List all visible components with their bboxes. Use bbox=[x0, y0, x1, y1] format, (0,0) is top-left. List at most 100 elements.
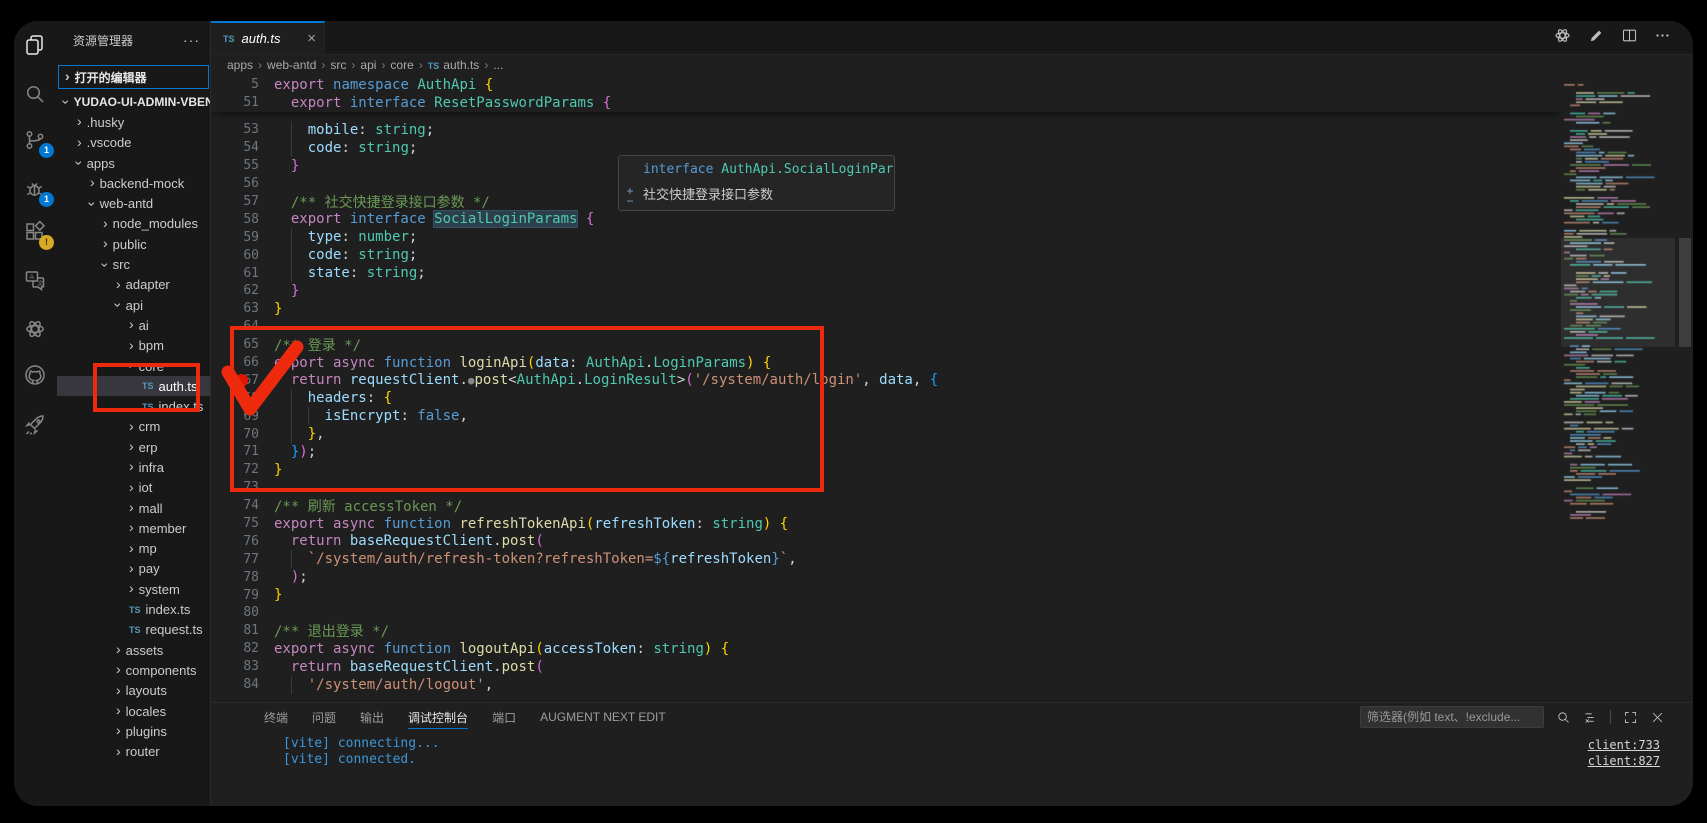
breadcrumb-item-core[interactable]: core bbox=[390, 58, 413, 72]
breadcrumb-item-web-antd[interactable]: web-antd bbox=[267, 58, 316, 72]
indent-guide bbox=[291, 389, 292, 407]
tree-item-system[interactable]: ›system bbox=[57, 579, 210, 599]
openai-icon[interactable] bbox=[20, 314, 50, 344]
tree-item-.vscode[interactable]: ›.vscode bbox=[57, 133, 210, 153]
tree-item-node-modules[interactable]: ›node_modules bbox=[57, 214, 210, 234]
hover-collapse-icon[interactable]: − bbox=[626, 196, 633, 206]
chevron-right-icon: › bbox=[77, 114, 82, 128]
tree-item-index.ts[interactable]: TSindex.ts bbox=[57, 396, 210, 416]
tree-item-api[interactable]: ›api bbox=[57, 295, 210, 315]
chevron-right-icon: › bbox=[129, 338, 134, 352]
tree-item-locales[interactable]: ›locales bbox=[57, 701, 210, 721]
tree-item-layouts[interactable]: ›layouts bbox=[57, 681, 210, 701]
pencil-icon[interactable] bbox=[1588, 27, 1605, 49]
tree-item-ai[interactable]: ›ai bbox=[57, 315, 210, 335]
console-line: [vite] connected. bbox=[283, 752, 440, 768]
search-icon[interactable] bbox=[1556, 710, 1571, 725]
line-text: } bbox=[274, 587, 282, 603]
tree-item-mp[interactable]: ›mp bbox=[57, 539, 210, 559]
github-icon[interactable] bbox=[20, 360, 50, 390]
filter-icon[interactable] bbox=[1583, 710, 1598, 725]
breadcrumb-separator-icon: › bbox=[484, 58, 488, 72]
close-panel-icon[interactable] bbox=[1650, 710, 1665, 725]
tree-item-yudao-ui-admin-vben...[interactable]: ›YUDAO-UI-ADMIN-VBEN... bbox=[57, 92, 210, 112]
tree-item-plugins[interactable]: ›plugins bbox=[57, 721, 210, 741]
console-link[interactable]: client:827 bbox=[1588, 753, 1660, 769]
line-number: 64 bbox=[211, 319, 259, 334]
breadcrumb-item-auth-ts[interactable]: TSauth.ts bbox=[428, 58, 480, 72]
panel-tab-调试控制台[interactable]: 调试控制台 bbox=[408, 703, 468, 731]
panel-tab-端口[interactable]: 端口 bbox=[492, 703, 516, 731]
tab-auth-ts[interactable]: TS auth.ts × bbox=[211, 21, 325, 54]
code-line-59: 59 type: number; bbox=[211, 228, 1693, 246]
panel-tab-问题[interactable]: 问题 bbox=[312, 703, 336, 731]
tree-item-auth.ts[interactable]: TSauth.ts bbox=[57, 376, 210, 396]
line-number: 56 bbox=[211, 176, 259, 191]
code-editor[interactable]: 53 mobile: string;54 code: string;55 }56… bbox=[211, 76, 1693, 702]
tree-item-backend-mock[interactable]: ›backend-mock bbox=[57, 173, 210, 193]
rocket-icon[interactable] bbox=[20, 410, 50, 440]
line-text: export namespace AuthApi { bbox=[274, 77, 493, 93]
close-icon[interactable]: × bbox=[307, 30, 316, 47]
indent-guide bbox=[291, 139, 292, 157]
tree-item-infra[interactable]: ›infra bbox=[57, 457, 210, 477]
tree-item-public[interactable]: ›public bbox=[57, 234, 210, 254]
run-debug-icon[interactable]: 1 bbox=[20, 174, 50, 204]
search-icon[interactable] bbox=[20, 79, 50, 109]
tree-item-index.ts[interactable]: TSindex.ts bbox=[57, 599, 210, 619]
openai-action-icon[interactable] bbox=[1553, 26, 1572, 50]
tree-item-member[interactable]: ›member bbox=[57, 518, 210, 538]
line-number: 84 bbox=[211, 677, 259, 692]
chevron-right-icon: › bbox=[129, 439, 134, 453]
tree-item-pay[interactable]: ›pay bbox=[57, 559, 210, 579]
tree-item-apps[interactable]: ›apps bbox=[57, 153, 210, 173]
maximize-panel-icon[interactable] bbox=[1623, 710, 1638, 725]
breakpoint-icon[interactable] bbox=[235, 374, 248, 387]
tree-item-iot[interactable]: ›iot bbox=[57, 478, 210, 498]
breadcrumb-item-api[interactable]: api bbox=[360, 58, 376, 72]
translate-icon[interactable]: A文 bbox=[20, 265, 50, 295]
tree-item-mall[interactable]: ›mall bbox=[57, 498, 210, 518]
breadcrumb-item-src[interactable]: src bbox=[330, 58, 346, 72]
line-text: code: string; bbox=[274, 140, 417, 156]
source-control-icon[interactable]: 1 bbox=[20, 125, 50, 155]
line-number: 61 bbox=[211, 266, 259, 281]
tree-item-erp[interactable]: ›erp bbox=[57, 437, 210, 457]
line-number: 76 bbox=[211, 534, 259, 549]
tree-item-router[interactable]: ›router bbox=[57, 742, 210, 762]
code-line-68: 68 headers: { bbox=[211, 389, 1693, 407]
panel-tab-终端[interactable]: 终端 bbox=[264, 703, 288, 731]
tree-item-web-antd[interactable]: ›web-antd bbox=[57, 193, 210, 213]
minimap[interactable] bbox=[1561, 76, 1675, 702]
panel-tab-AUGMENT-NEXT-EDIT[interactable]: AUGMENT NEXT EDIT bbox=[540, 703, 666, 731]
line-number: 66 bbox=[211, 355, 259, 370]
tree-item-components[interactable]: ›components bbox=[57, 660, 210, 680]
editor-scrollbar[interactable] bbox=[1679, 238, 1691, 347]
breadcrumb-item--[interactable]: ... bbox=[493, 58, 503, 72]
tree-item-core[interactable]: ›core bbox=[57, 356, 210, 376]
line-number: 78 bbox=[211, 570, 259, 585]
explorer-icon[interactable] bbox=[20, 30, 50, 60]
open-editors-section[interactable]: › 打开的编辑器 bbox=[58, 65, 209, 89]
tree-item-bpm[interactable]: ›bpm bbox=[57, 336, 210, 356]
console-link[interactable]: client:733 bbox=[1588, 737, 1660, 753]
breadcrumb-item-apps[interactable]: apps bbox=[227, 58, 253, 72]
split-editor-icon[interactable] bbox=[1621, 27, 1638, 49]
tree-item-adapter[interactable]: ›adapter bbox=[57, 275, 210, 295]
tree-item-label: components bbox=[126, 663, 197, 678]
code-line-67: 67 return requestClient.●post<AuthApi.Lo… bbox=[211, 371, 1693, 389]
extensions-icon[interactable]: ! bbox=[20, 217, 50, 247]
tree-item-src[interactable]: ›src bbox=[57, 254, 210, 274]
tree-item-request.ts[interactable]: TSrequest.ts bbox=[57, 620, 210, 640]
explorer-sidebar: 资源管理器 ··· › 打开的编辑器 ›YUDAO-UI-ADMIN-VBEN.… bbox=[57, 21, 211, 806]
more-actions-icon[interactable] bbox=[1654, 27, 1671, 49]
tree-item-assets[interactable]: ›assets bbox=[57, 640, 210, 660]
more-actions-icon[interactable]: ··· bbox=[183, 32, 200, 48]
tree-item-crm[interactable]: ›crm bbox=[57, 417, 210, 437]
panel-tab-输出[interactable]: 输出 bbox=[360, 703, 384, 731]
console-filter-input[interactable] bbox=[1360, 706, 1544, 728]
tree-item-.husky[interactable]: ›.husky bbox=[57, 112, 210, 132]
tree-item-label: locales bbox=[126, 704, 166, 719]
tree-item-label: assets bbox=[126, 643, 164, 658]
tree-item-label: index.ts bbox=[159, 399, 204, 414]
